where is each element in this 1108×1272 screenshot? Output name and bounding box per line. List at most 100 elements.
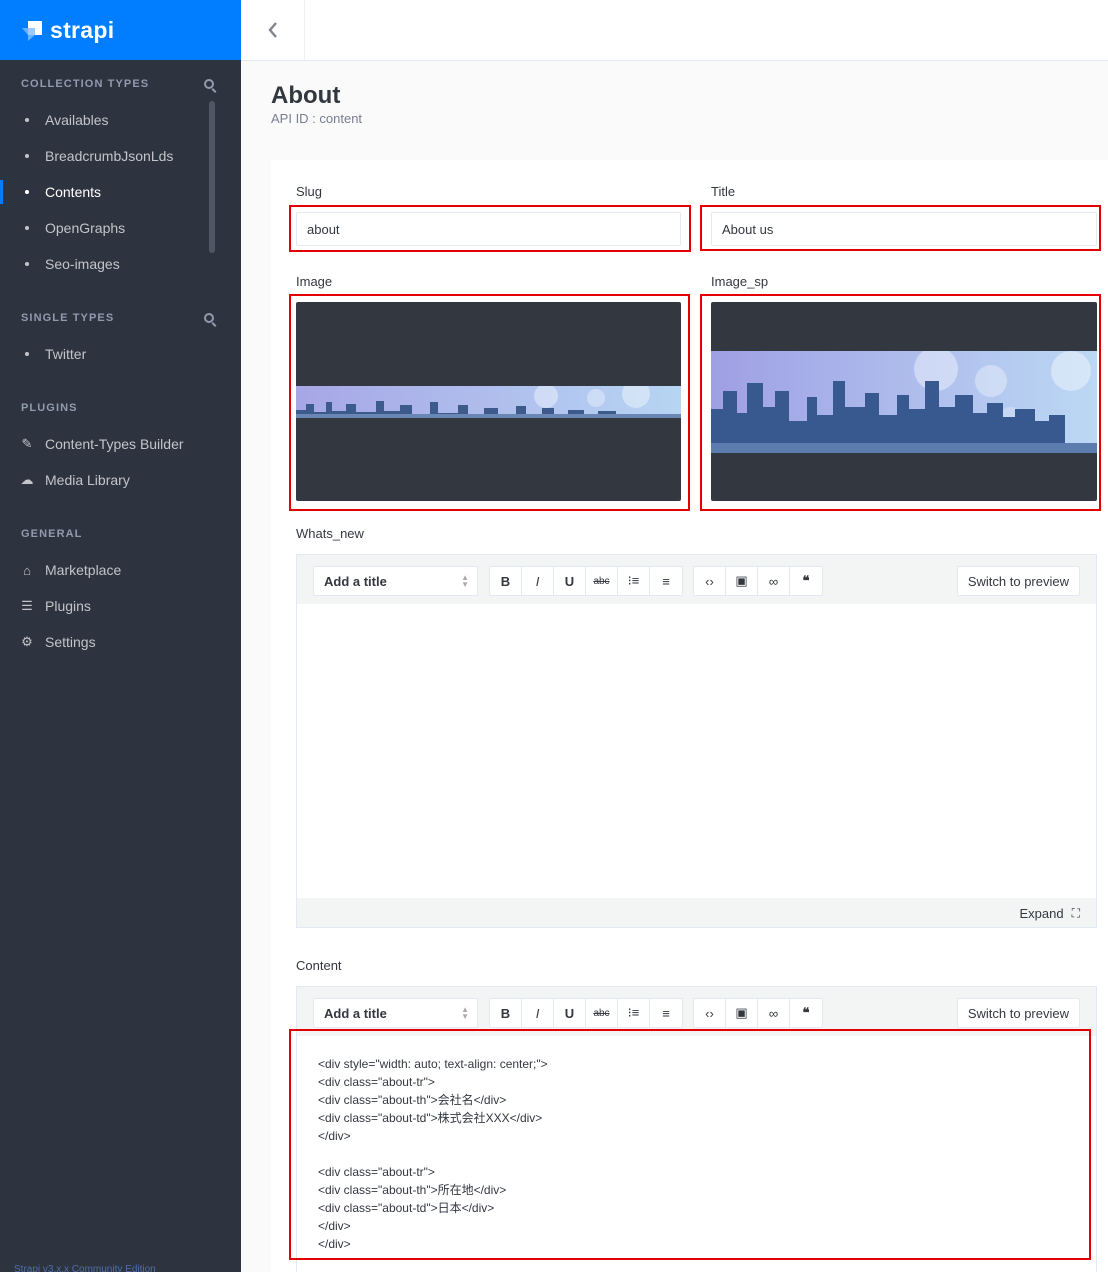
shop-icon: ⌂ <box>23 562 31 578</box>
page-title: About <box>271 82 341 109</box>
strikethrough-button[interactable]: abc <box>586 567 618 595</box>
quote-button[interactable]: ❝ <box>790 567 822 595</box>
sidebar-scrollbar[interactable] <box>209 101 215 253</box>
expand-icon: ⛶ <box>1071 906 1080 920</box>
topbar <box>241 0 1108 61</box>
brand-logo[interactable]: strapi <box>0 0 241 60</box>
whats-new-textarea[interactable] <box>297 604 1096 898</box>
content-label: Content <box>296 958 342 973</box>
select-arrows-icon: ▲ ▼ <box>461 1005 469 1021</box>
format-button-group: B I U abc ⁝≡ ≡ <box>489 998 683 1028</box>
bold-button[interactable]: B <box>490 567 522 595</box>
sidebar-item-breadcrumbjsonlds[interactable]: BreadcrumbJsonLds <box>0 140 210 172</box>
link-icon: ∞ <box>768 1005 779 1021</box>
gear-icon: ⚙ <box>21 634 33 649</box>
sidebar-item-label: OpenGraphs <box>45 220 126 236</box>
sidebar-item-label: Contents <box>45 184 102 200</box>
sidebar-item-settings[interactable]: ⚙ Settings <box>0 626 210 658</box>
bullet-list-icon: ⁝≡ <box>627 573 640 588</box>
collection-search-icon[interactable] <box>204 79 214 89</box>
sidebar-item-label: Marketplace <box>45 562 122 578</box>
numbered-list-button[interactable]: ≡ <box>650 999 682 1027</box>
title-label: Title <box>711 184 736 199</box>
single-search-icon[interactable] <box>204 313 214 323</box>
bullet-list-button[interactable]: ⁝≡ <box>618 567 650 595</box>
back-button[interactable] <box>241 0 305 60</box>
heading-select[interactable]: Add a title ▲ ▼ <box>313 566 478 596</box>
bullet-list-icon: ⁝≡ <box>627 1005 640 1020</box>
bullet-icon <box>25 118 29 122</box>
highlight-box <box>700 294 1101 511</box>
highlight-box <box>289 205 691 252</box>
code-icon: ‹› <box>705 573 714 589</box>
sidebar-item-marketplace[interactable]: ⌂ Marketplace <box>0 554 210 586</box>
sidebar-item-twitter[interactable]: Twitter <box>0 338 210 370</box>
heading-select[interactable]: Add a title ▲ ▼ <box>313 998 478 1028</box>
quote-icon: ❝ <box>802 573 810 588</box>
sidebar-item-opengraphs[interactable]: OpenGraphs <box>0 212 210 244</box>
list-icon: ☰ <box>21 598 33 613</box>
italic-button[interactable]: I <box>522 567 554 595</box>
link-button[interactable]: ∞ <box>758 999 790 1027</box>
highlight-box <box>289 1029 1091 1260</box>
sidebar-item-plugins[interactable]: ☰ Plugins <box>0 590 210 622</box>
quote-icon: ❝ <box>802 1005 810 1020</box>
page-subtitle: API ID : content <box>271 111 363 126</box>
version-footer[interactable]: Strapi v3.x.x Community Edition <box>14 1264 234 1272</box>
code-button[interactable]: ‹› <box>694 999 726 1027</box>
underline-button[interactable]: U <box>554 567 586 595</box>
bullet-icon <box>25 352 29 356</box>
sidebar-item-label: Twitter <box>45 346 87 362</box>
section-collection-types: COLLECTION TYPES <box>21 78 150 90</box>
sidebar-item-label: Media Library <box>45 472 130 488</box>
image-sp-label: Image_sp <box>711 274 769 289</box>
sidebar-item-contents[interactable]: Contents <box>0 176 210 208</box>
image-button[interactable]: ▣ <box>726 567 758 595</box>
expand-label: Expand <box>1019 906 1064 921</box>
link-button[interactable]: ∞ <box>758 567 790 595</box>
paintbrush-icon: ✎ <box>21 436 33 451</box>
expand-button[interactable]: Expand ⛶ <box>1020 906 1081 921</box>
sidebar-item-media-library[interactable]: ☁ Media Library <box>0 464 210 496</box>
numbered-list-icon: ≡ <box>662 1005 670 1021</box>
whats-new-editor: Add a title ▲ ▼ B I U abc ⁝≡ ≡ ‹› ▣ ∞ ❝ Sw… <box>296 554 1097 928</box>
bullet-icon <box>25 190 29 194</box>
highlight-box <box>700 205 1101 251</box>
heading-select-label: Add a title <box>324 1005 387 1021</box>
sidebar: strapi COLLECTION TYPES Availables Bread… <box>0 0 241 1272</box>
whats-new-label: Whats_new <box>296 526 364 541</box>
code-button[interactable]: ‹› <box>694 567 726 595</box>
image-icon: ▣ <box>735 1005 748 1020</box>
section-single-types: SINGLE TYPES <box>21 312 115 324</box>
numbered-list-button[interactable]: ≡ <box>650 567 682 595</box>
bullet-icon <box>25 262 29 266</box>
chevron-left-icon <box>267 22 277 38</box>
bold-button[interactable]: B <box>490 999 522 1027</box>
sidebar-item-content-types-builder[interactable]: ✎ Content-Types Builder <box>0 428 210 460</box>
insert-button-group: ‹› ▣ ∞ ❝ <box>693 566 823 596</box>
brand-name: strapi <box>50 16 115 43</box>
insert-button-group: ‹› ▣ ∞ ❝ <box>693 998 823 1028</box>
quote-button[interactable]: ❝ <box>790 999 822 1027</box>
numbered-list-icon: ≡ <box>662 573 670 589</box>
sidebar-item-label: Availables <box>45 112 109 128</box>
image-button[interactable]: ▣ <box>726 999 758 1027</box>
sidebar-item-label: Seo-images <box>45 256 120 272</box>
sidebar-item-label: Settings <box>45 634 96 650</box>
sidebar-item-availables[interactable]: Availables <box>0 104 210 136</box>
slug-label: Slug <box>296 184 323 199</box>
sidebar-item-label: Content-Types Builder <box>45 436 184 452</box>
underline-button[interactable]: U <box>554 999 586 1027</box>
switch-to-preview-button[interactable]: Switch to preview <box>956 566 1080 596</box>
link-icon: ∞ <box>768 573 779 589</box>
strikethrough-button[interactable]: abc <box>586 999 618 1027</box>
highlight-box <box>289 294 690 511</box>
switch-to-preview-button[interactable]: Switch to preview <box>956 998 1080 1028</box>
image-icon: ▣ <box>735 573 748 588</box>
bullet-list-button[interactable]: ⁝≡ <box>618 999 650 1027</box>
sidebar-item-label: BreadcrumbJsonLds <box>45 148 174 164</box>
format-button-group: B I U abc ⁝≡ ≡ <box>489 566 683 596</box>
italic-button[interactable]: I <box>522 999 554 1027</box>
sidebar-item-seo-images[interactable]: Seo-images <box>0 248 210 280</box>
bullet-icon <box>25 226 29 230</box>
